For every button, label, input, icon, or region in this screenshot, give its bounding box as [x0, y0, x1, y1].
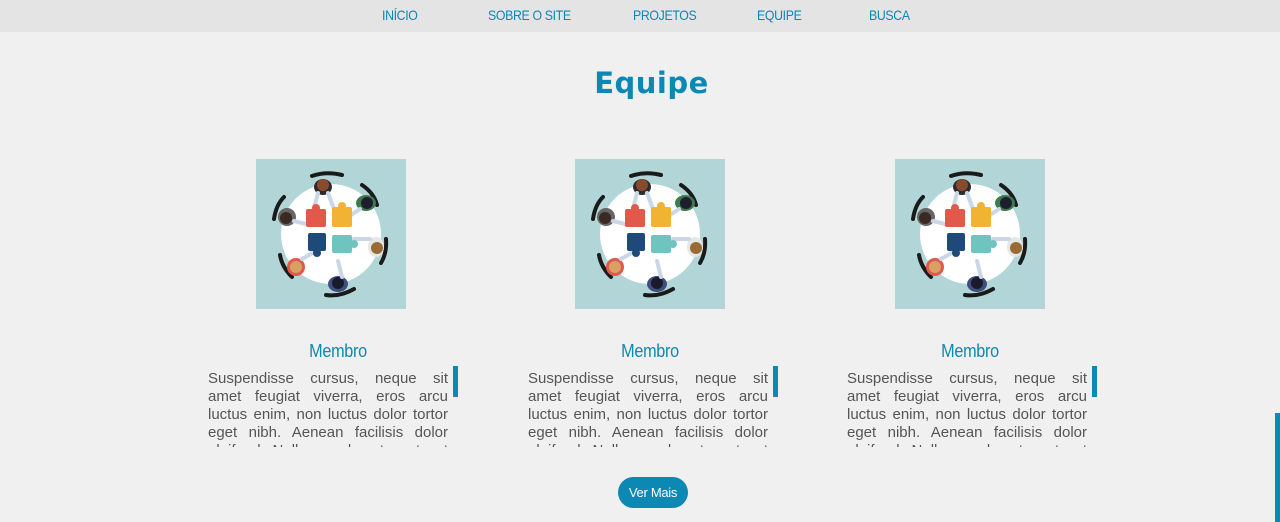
member-description-text: Suspendisse cursus, neque sit amet feugi…	[208, 370, 448, 447]
card-accent-bar	[453, 366, 458, 397]
nav-link-projetos[interactable]: PROJETOS	[633, 7, 697, 23]
member-name[interactable]: Membro	[614, 341, 686, 362]
card-accent-bar	[773, 366, 778, 397]
member-description: Suspendisse cursus, neque sit amet feugi…	[208, 370, 448, 447]
member-name[interactable]: Membro	[934, 341, 1006, 362]
ver-mais-button[interactable]: Ver Mais	[618, 477, 688, 508]
section-title: Equipe	[594, 66, 709, 100]
nav-link-sobre-o-site[interactable]: SOBRE O SITE	[488, 7, 571, 23]
team-puzzle-illustration-icon	[256, 159, 406, 309]
member-description-text: Suspendisse cursus, neque sit amet feugi…	[847, 370, 1087, 447]
nav-link-equipe[interactable]: EQUIPE	[757, 7, 802, 23]
nav-link-busca[interactable]: BUSCA	[869, 7, 910, 23]
nav-link-inicio[interactable]: INÍCIO	[382, 7, 418, 23]
card-accent-bar	[1092, 366, 1097, 397]
top-navbar: INÍCIO SOBRE O SITE PROJETOS EQUIPE BUSC…	[0, 0, 1280, 32]
team-member-card: Membro Suspendisse cursus, neque sit ame…	[847, 159, 1107, 449]
member-description-text: Suspendisse cursus, neque sit amet feugi…	[528, 370, 768, 447]
scroll-indicator[interactable]	[1275, 413, 1280, 522]
member-description: Suspendisse cursus, neque sit amet feugi…	[847, 370, 1087, 447]
team-puzzle-illustration-icon	[575, 159, 725, 309]
team-member-card: Membro Suspendisse cursus, neque sit ame…	[528, 159, 788, 449]
team-member-card: Membro Suspendisse cursus, neque sit ame…	[208, 159, 468, 449]
member-name[interactable]: Membro	[302, 341, 374, 362]
team-puzzle-illustration-icon	[911, 171, 1028, 298]
team-puzzle-illustration-icon	[272, 171, 389, 298]
team-puzzle-illustration-icon	[895, 159, 1045, 309]
team-puzzle-illustration-icon	[591, 171, 708, 298]
member-description: Suspendisse cursus, neque sit amet feugi…	[528, 370, 768, 447]
